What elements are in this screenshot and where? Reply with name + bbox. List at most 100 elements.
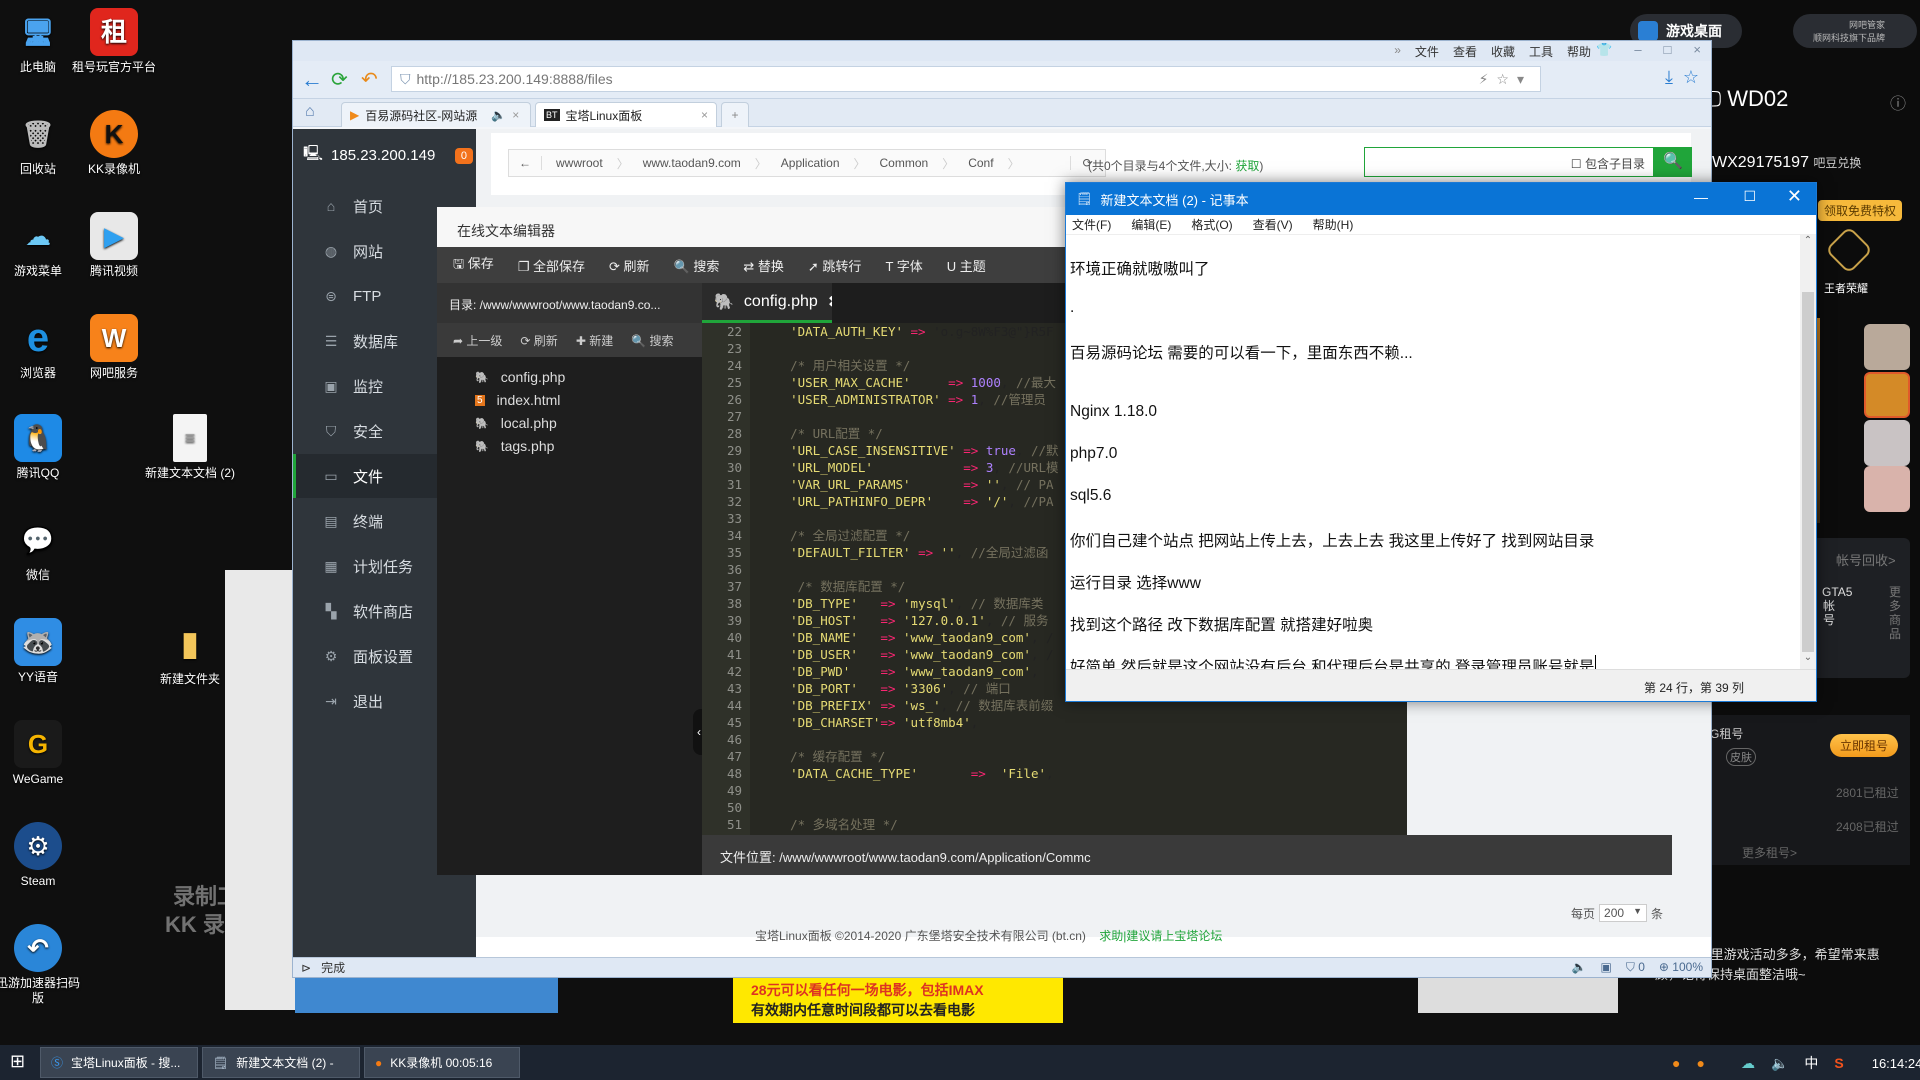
replace-button[interactable]: ⇄ 替换	[743, 256, 784, 275]
forum-link[interactable]: 求助|建议请上宝塔论坛	[1099, 929, 1222, 943]
favorite-star-icon[interactable]: ☆	[1683, 67, 1699, 88]
task-kk-recorder[interactable]: ● KK录像机 00:05:16	[364, 1047, 520, 1078]
sidebar-toggle-icon[interactable]: ⊳	[301, 961, 311, 975]
sogou-ime-icon[interactable]: S	[1834, 1055, 1843, 1071]
parent-dir-button[interactable]: ➦ 上一级	[453, 332, 502, 349]
minimize-button[interactable]: –	[1634, 42, 1641, 58]
breadcrumb-wwwroot[interactable]: wwwroot	[542, 156, 617, 170]
breadcrumb-conf[interactable]: Conf	[954, 156, 1007, 170]
download-icon[interactable]: ⤓	[1665, 67, 1673, 88]
menu-help[interactable]: 帮助(H)	[1313, 216, 1354, 233]
desktop-icon-xunyou[interactable]: ↶ 迅游加速器扫码版	[0, 924, 83, 1006]
refresh-icon[interactable]: ⟳	[331, 67, 348, 92]
menu-edit[interactable]: 编辑(E)	[1131, 216, 1171, 233]
streamer-avatar-2[interactable]	[1864, 372, 1910, 418]
file-tree-item[interactable]: 5 index.html	[475, 392, 560, 408]
notepad-text-area[interactable]: 环境正确就嗷嗷叫了 . 百易源码论坛 需要的可以看一下，里面东西不赖... Ng…	[1066, 235, 1801, 677]
info-icon[interactable]: ⓘ	[1890, 90, 1906, 114]
zoom-control[interactable]: ⊕ 100%	[1659, 960, 1703, 975]
game-label[interactable]: 王者荣耀	[1824, 280, 1868, 296]
volume-icon[interactable]: 🔈	[1771, 1055, 1788, 1072]
breadcrumb-application[interactable]: Application	[767, 156, 854, 170]
menu-view[interactable]: 查看	[1453, 43, 1477, 60]
path-back-icon[interactable]: ←	[509, 156, 542, 170]
tab-close-icon[interactable]: ×	[512, 108, 519, 122]
new-tab-button[interactable]: +	[721, 102, 749, 127]
font-button[interactable]: T 字体	[885, 256, 922, 275]
volume-icon[interactable]: 🔈	[1572, 960, 1587, 975]
goto-line-button[interactable]: ➚ 跳转行	[808, 256, 862, 275]
car-ad-banner[interactable]	[295, 978, 558, 1013]
desktop-icon-text-file[interactable]: ≡ 新建文本文档 (2)	[145, 414, 235, 481]
desktop-icon-kk-recorder[interactable]: K KK录像机	[69, 110, 159, 177]
refresh-button[interactable]: ⟳ 刷新	[609, 256, 650, 275]
more-icon[interactable]: »	[1394, 43, 1401, 60]
more-products[interactable]: 更多商品	[1888, 585, 1902, 641]
close-button[interactable]: ✕	[1787, 186, 1802, 207]
notification-badge[interactable]: 0	[454, 147, 473, 164]
breadcrumb-common[interactable]: Common	[866, 156, 943, 170]
desktop-icon-tencent-video[interactable]: ▶ 腾讯视频	[69, 212, 159, 279]
search-button[interactable]: 🔍	[1654, 147, 1692, 177]
streamer-avatar-4[interactable]	[1864, 466, 1910, 512]
qr-ad-banner[interactable]	[1418, 978, 1618, 1013]
task-notepad[interactable]: 🗒 新建文本文档 (2) -	[202, 1047, 360, 1078]
desktop-icon-zuhaowan[interactable]: 租租号玩官方平台	[69, 8, 159, 75]
tab-baiyi[interactable]: ▶ 百易源码社区-网站源 🔈 ×	[341, 102, 531, 127]
get-size-link[interactable]: 获取	[1235, 159, 1259, 173]
file-search-input[interactable]: ☐ 包含子目录	[1364, 147, 1654, 177]
undo-icon[interactable]: ↶	[361, 67, 378, 92]
free-privilege-badge[interactable]: 领取免费特权	[1818, 200, 1903, 221]
menu-format[interactable]: 格式(O)	[1191, 216, 1232, 233]
scroll-thumb[interactable]	[1802, 292, 1814, 652]
menu-help[interactable]: 帮助	[1567, 43, 1591, 60]
scroll-up-icon[interactable]: ⌃	[1800, 235, 1816, 246]
task-bt-browser[interactable]: Ⓢ 宝塔Linux面板 - 搜...	[40, 1047, 198, 1078]
close-button[interactable]: ×	[1693, 42, 1701, 58]
desktop-icon-steam[interactable]: ⚙ Steam	[0, 822, 83, 889]
tray-netbar-icon[interactable]: ●	[1696, 1055, 1704, 1071]
ime-indicator[interactable]: 中	[1804, 1053, 1818, 1073]
file-tree-item[interactable]: 🐘 tags.php	[475, 438, 554, 454]
maximize-button[interactable]: □	[1664, 42, 1672, 58]
per-page-select[interactable]: 200 ▼	[1599, 904, 1648, 922]
theme-button[interactable]: U 主题	[947, 256, 986, 275]
rent-now-button[interactable]: 立即租号	[1830, 734, 1899, 757]
more-rent-link[interactable]: 更多租号>	[1742, 844, 1797, 861]
file-tree-item[interactable]: 🐘 local.php	[475, 415, 557, 431]
save-all-button[interactable]: ❐ 全部保存	[518, 256, 585, 275]
tree-new-button[interactable]: ✚ 新建	[576, 332, 613, 349]
tab-bt-panel[interactable]: BT 宝塔Linux面板 ×	[535, 102, 717, 127]
desktop-icon-new-folder[interactable]: ▮ 新建文件夹	[145, 620, 235, 687]
url-input[interactable]: ⛉ http://185.23.200.149:8888/files ⚡☆▾	[391, 66, 1541, 92]
streamer-avatar-1[interactable]	[1864, 324, 1910, 370]
back-icon[interactable]: ←	[301, 67, 323, 93]
menu-favorites[interactable]: 收藏	[1491, 43, 1515, 60]
exchange-link[interactable]: 吧豆兑换	[1813, 156, 1861, 170]
desktop-icon-qq[interactable]: 🐧 腾讯QQ	[0, 414, 83, 481]
menu-tools[interactable]: 工具	[1529, 43, 1553, 60]
tree-refresh-button[interactable]: ⟳ 刷新	[520, 332, 557, 349]
include-subdir-checkbox[interactable]: ☐ 包含子目录	[1571, 155, 1645, 172]
desktop-icon-wegame[interactable]: G WeGame	[0, 720, 83, 787]
toolbox-icon[interactable]: ▣	[1601, 960, 1612, 975]
search-button[interactable]: 🔍 搜索	[674, 256, 720, 275]
adblock-icon[interactable]: ⛉ 0	[1626, 960, 1645, 975]
save-button[interactable]: 🖫 保存	[453, 253, 494, 277]
desktop-icon-yy[interactable]: 🦝 YY语音	[0, 618, 83, 685]
breadcrumb-site[interactable]: www.taodan9.com	[629, 156, 755, 170]
movie-ad-banner[interactable]: 28元可以看任何一场电影，包括IMAX 有效期内任意时间段都可以去看电影	[733, 978, 1063, 1023]
notepad-scrollbar[interactable]: ⌃ ⌄	[1800, 235, 1816, 670]
account-recycle-link[interactable]: 帐号回收>	[1836, 550, 1896, 569]
menu-view[interactable]: 查看(V)	[1253, 216, 1293, 233]
skin-icon[interactable]: 👕	[1596, 42, 1612, 58]
editor-tab-config[interactable]: 🐘config.php✖	[702, 283, 841, 323]
tab-close-icon[interactable]: ×	[701, 108, 708, 122]
maximize-button[interactable]: ☐	[1743, 188, 1756, 205]
desktop-icon-wechat[interactable]: 💬 微信	[0, 516, 83, 583]
file-tree-item[interactable]: 🐘 config.php	[475, 369, 565, 385]
clock[interactable]: 16:14:24	[1872, 1056, 1920, 1071]
menu-file[interactable]: 文件	[1415, 43, 1439, 60]
desktop-icon-netbar-service[interactable]: W 网吧服务	[69, 314, 159, 381]
tree-search-button[interactable]: 🔍 搜索	[631, 332, 673, 349]
